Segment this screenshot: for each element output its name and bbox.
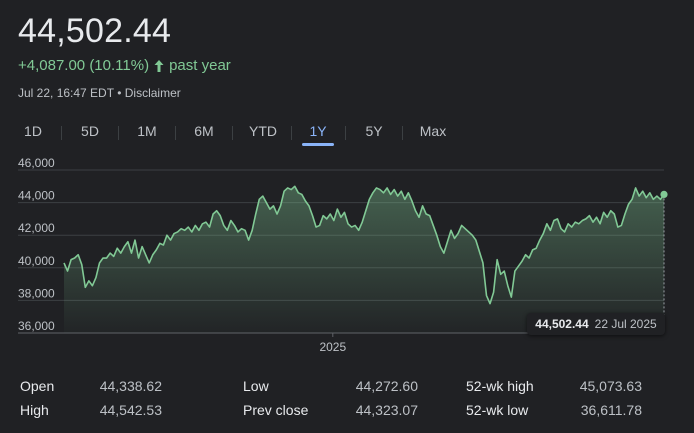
- y-tick-label: 38,000: [18, 286, 55, 300]
- stat-label-low: Low: [243, 378, 269, 394]
- stat-label-prev-close: Prev close: [243, 402, 309, 418]
- stat-value-52wk-high: 45,073.63: [579, 378, 642, 394]
- tab-1m[interactable]: 1M: [132, 120, 162, 146]
- tab-max[interactable]: Max: [416, 120, 450, 146]
- timestamp: Jul 22, 16:47 EDT: [18, 86, 114, 100]
- meta-separator: •: [117, 86, 122, 100]
- tab-ytd[interactable]: YTD: [246, 120, 280, 146]
- stat-label-high: High: [20, 402, 49, 418]
- stat-label-52wk-low: 52-wk low: [466, 402, 529, 418]
- stat-value-low: 44,272.60: [355, 378, 418, 394]
- chart-area-fill: [64, 186, 664, 333]
- tab-divider: [118, 126, 119, 140]
- current-point-dot: [660, 190, 668, 199]
- current-price: 44,502.44: [18, 12, 172, 50]
- tab-divider: [61, 126, 62, 140]
- y-tick-label: 44,000: [18, 189, 55, 203]
- tab-divider: [291, 126, 292, 140]
- stats-row: Open 44,338.62 Low 44,272.60 52-wk high …: [0, 378, 694, 398]
- stat-value-high: 44,542.53: [99, 402, 162, 418]
- disclaimer-link[interactable]: Disclaimer: [125, 86, 181, 100]
- x-axis-labels: 2025: [319, 333, 346, 354]
- tab-5d[interactable]: 5D: [75, 120, 105, 146]
- tab-1d[interactable]: 1D: [18, 120, 48, 146]
- tab-divider: [175, 126, 176, 140]
- tab-divider: [402, 126, 403, 140]
- tooltip-date: 22 Jul 2025: [594, 317, 657, 331]
- stat-value-52wk-low: 36,611.78: [580, 402, 642, 418]
- tab-divider: [232, 126, 233, 140]
- price-change: +4,087.00 (10.11%) past year: [18, 57, 231, 74]
- y-tick-label: 36,000: [18, 319, 55, 333]
- y-tick-label: 46,000: [18, 156, 55, 170]
- range-tabs: 1D 5D 1M 6M YTD 1Y 5Y Max: [0, 120, 450, 146]
- change-period: past year: [169, 57, 231, 74]
- stat-label-52wk-high: 52-wk high: [466, 378, 534, 394]
- change-amount: +4,087.00 (10.11%): [18, 57, 150, 74]
- stats-row: High 44,542.53 Prev close 44,323.07 52-w…: [0, 402, 694, 422]
- stat-label-open: Open: [20, 378, 55, 394]
- y-axis-labels: 46,000 44,000 42,000 40,000 38,000 36,000: [18, 156, 55, 333]
- stat-value-prev-close: 44,323.07: [355, 402, 418, 418]
- tab-5y[interactable]: 5Y: [359, 120, 389, 146]
- tab-6m[interactable]: 6M: [189, 120, 219, 146]
- tooltip-value: 44,502.44: [535, 317, 589, 331]
- y-tick-label: 42,000: [18, 221, 55, 235]
- quote-meta: Jul 22, 16:47 EDT • Disclaimer: [18, 86, 181, 100]
- x-tick-label: 2025: [319, 340, 346, 354]
- tab-divider: [345, 126, 346, 140]
- tab-1y[interactable]: 1Y: [302, 120, 334, 146]
- chart-tooltip: 44,502.44 22 Jul 2025: [527, 313, 665, 335]
- y-tick-label: 40,000: [18, 254, 55, 268]
- stat-value-open: 44,338.62: [99, 378, 162, 394]
- arrow-up-icon: [154, 59, 164, 72]
